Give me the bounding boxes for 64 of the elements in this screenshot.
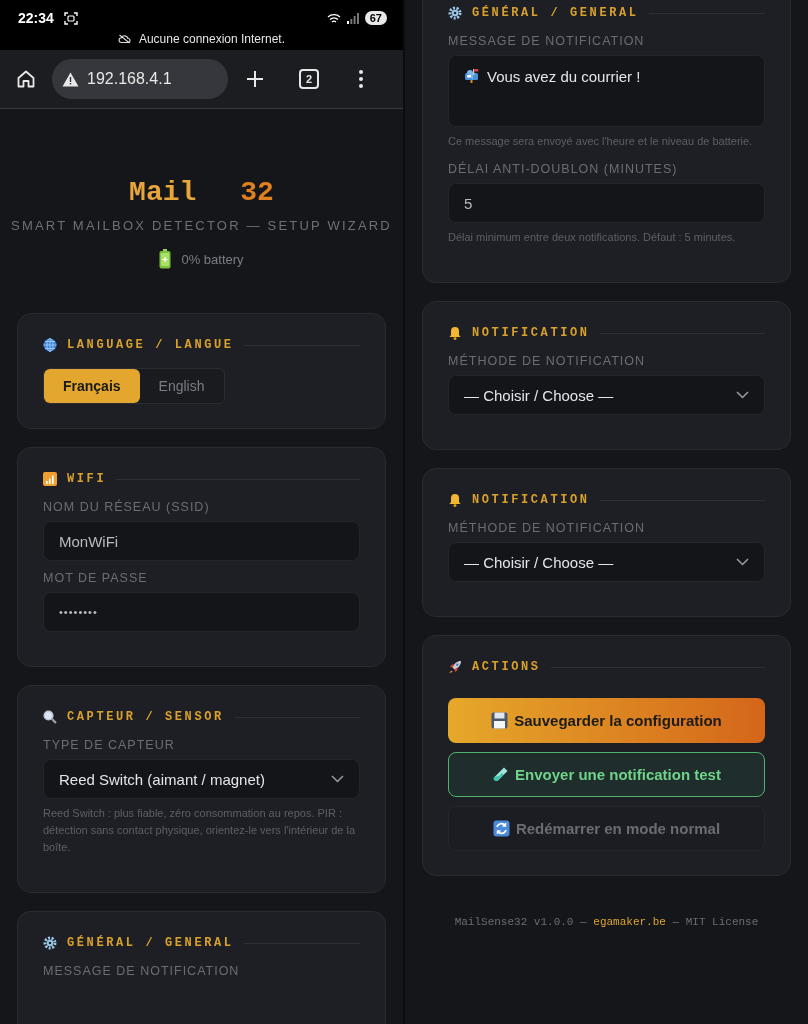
offline-notice: Aucune connexion Internet.	[138, 32, 286, 46]
globe-icon	[43, 338, 57, 352]
field-label: MESSAGE DE NOTIFICATION	[448, 34, 646, 48]
battery-level: 0% battery	[181, 251, 244, 267]
screenshot-icon	[63, 11, 78, 25]
wifi-icon	[326, 12, 341, 24]
signal-bars-icon	[43, 472, 57, 486]
section-title: CAPTEUR / SENSOR	[67, 710, 224, 724]
battery-icon	[159, 249, 172, 269]
help-text: Reed Switch : plus fiable, zéro consommation au repos. PIR : détection sans contact physique, orientez-le vers l'intérieur de la boîte.	[43, 806, 357, 855]
chevron-down-icon	[736, 391, 749, 399]
help-text: Ce message sera envoyé avec l'heure et le niveau de batterie.	[448, 134, 754, 149]
signal-icon	[346, 12, 359, 24]
gear-icon	[448, 6, 462, 20]
field-label: TYPE DE CAPTEUR	[43, 738, 176, 752]
field-label: MÉTHODE DE NOTIFICATION	[448, 354, 647, 368]
logo-number: 32	[240, 177, 274, 208]
chevron-down-icon	[331, 775, 344, 783]
help-text: Délai minimum entre deux notifications. Défaut : 5 minutes.	[448, 230, 737, 245]
tab-count-button[interactable]: 2	[299, 69, 319, 89]
footer-text: MailSense32 v1.0.0 — egamaker.be — MIT License	[453, 916, 760, 928]
field-label: MOT DE PASSE	[43, 571, 149, 585]
test-tube-icon	[492, 766, 510, 783]
status-time: 22:34	[18, 10, 54, 26]
rocket-icon	[448, 660, 462, 674]
save-button[interactable]: Sauvegarder la configuration	[448, 698, 765, 743]
cloud-off-icon	[117, 34, 131, 44]
select-dropdown[interactable]: — Choisir / Choose —	[448, 542, 765, 582]
magnifier-icon	[43, 710, 57, 724]
address-bar[interactable]: 192.168.4.1	[52, 59, 228, 99]
warning-icon	[62, 71, 79, 87]
logo-text: Mail	[129, 177, 197, 208]
message-textarea[interactable]: Vous avez du courrier !	[448, 55, 765, 127]
password-field[interactable]: ••••••••	[43, 592, 360, 632]
text-field[interactable]: MonWiFi	[43, 521, 360, 561]
menu-icon[interactable]	[359, 70, 363, 88]
chevron-down-icon	[736, 558, 749, 566]
home-icon[interactable]	[16, 69, 36, 89]
field-label: NOM DU RÉSEAU (SSID)	[43, 500, 211, 514]
select-dropdown[interactable]: Reed Switch (aimant / magnet)	[43, 759, 360, 799]
bell-icon	[448, 326, 462, 340]
section-title: NOTIFICATION	[472, 493, 590, 507]
battery-indicator: 67	[364, 11, 387, 25]
field-label: MESSAGE DE NOTIFICATION	[43, 964, 241, 978]
language-option[interactable]: Français	[44, 369, 140, 403]
section-title: ACTIONS	[472, 660, 541, 674]
gear-icon	[43, 936, 57, 950]
section-title: WIFI	[67, 472, 107, 486]
plus-icon[interactable]	[246, 70, 264, 88]
subtitle: SMART MAILBOX DETECTOR — SETUP WIZARD	[11, 218, 392, 233]
test-notification-button[interactable]: Envoyer une notification test	[448, 752, 765, 797]
language-option[interactable]: English	[139, 369, 224, 403]
select-dropdown[interactable]: — Choisir / Choose —	[448, 375, 765, 415]
section-title: GÉNÉRAL / GENERAL	[67, 936, 234, 950]
mailbox-icon	[464, 68, 481, 83]
field-label: DÉLAI ANTI-DOUBLON (MINUTES)	[448, 162, 679, 176]
section-title: NOTIFICATION	[472, 326, 590, 340]
number-field[interactable]: 5	[448, 183, 765, 223]
section-title: LANGUAGE / LANGUE	[67, 338, 234, 352]
website-link[interactable]: egamaker.be	[593, 916, 666, 928]
field-label: MÉTHODE DE NOTIFICATION	[448, 521, 647, 535]
section-title: GÉNÉRAL / GENERAL	[472, 6, 639, 20]
refresh-icon	[492, 820, 510, 837]
bell-icon	[448, 493, 462, 507]
